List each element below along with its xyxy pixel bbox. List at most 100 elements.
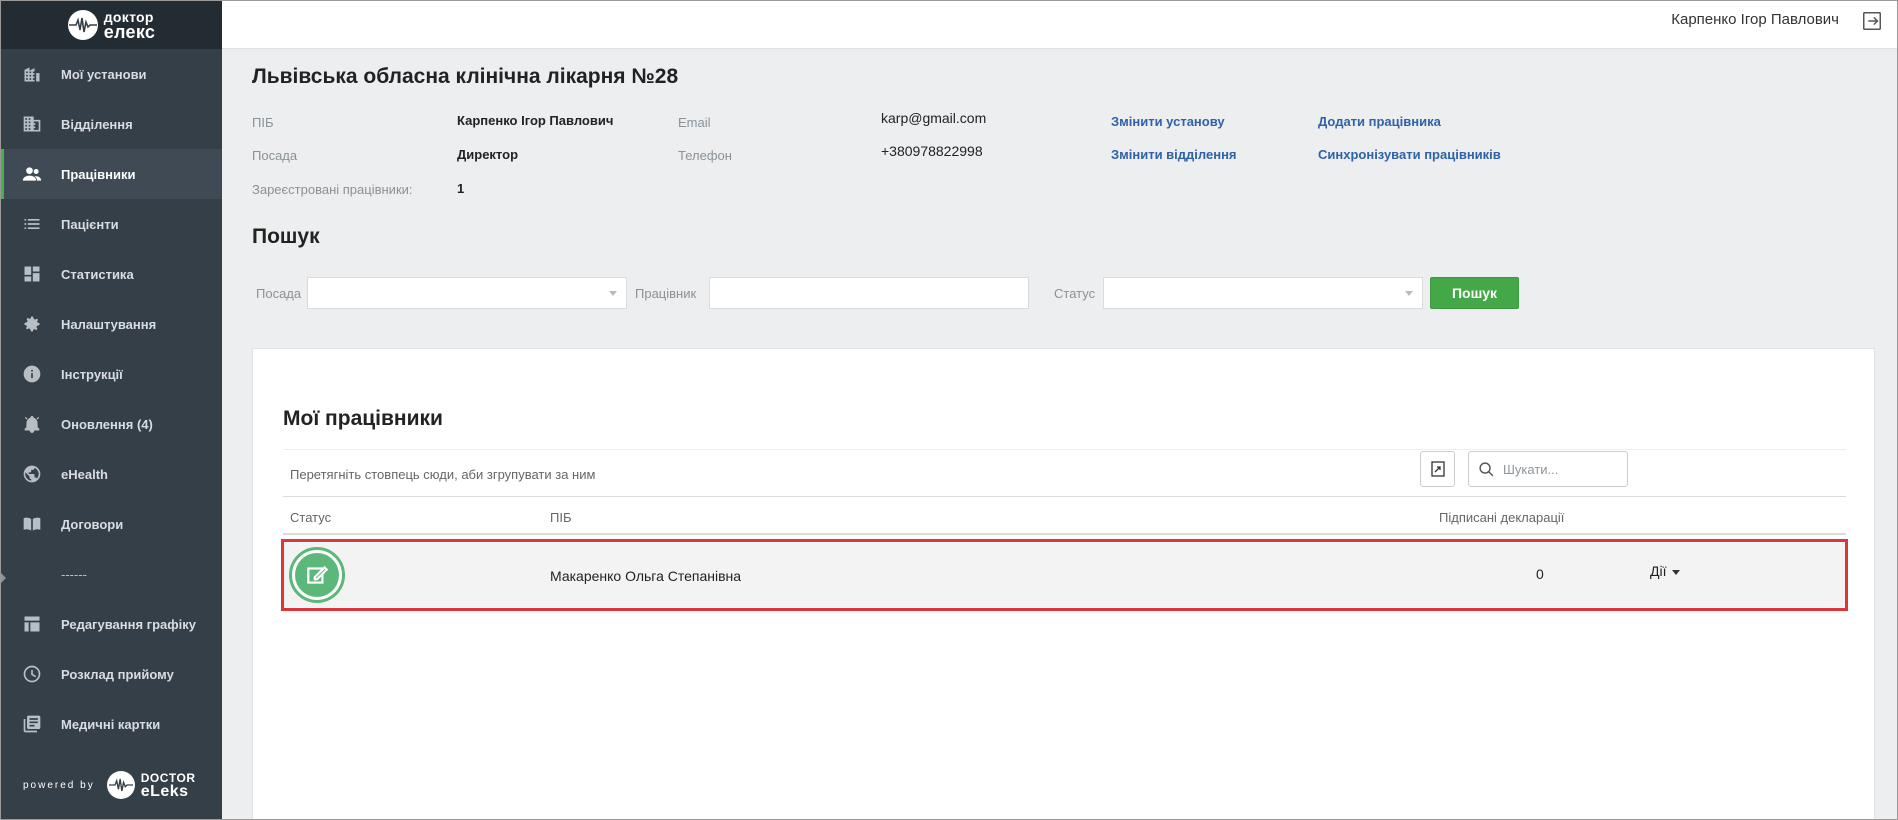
powered-by-text: powered by: [23, 779, 95, 791]
logo-line2: елекс: [103, 22, 156, 42]
export-icon: [1430, 461, 1445, 477]
phone-label: Телефон: [678, 148, 732, 163]
book-icon: [21, 513, 43, 535]
position-filter-label: Посада: [256, 286, 302, 301]
actions-dropdown[interactable]: Дії: [1650, 563, 1681, 579]
sidebar-item-label: Статистика: [61, 266, 134, 282]
grouping-panel[interactable]: Перетягніть стовпець сюди, аби згрупуват…: [283, 449, 1846, 497]
sidebar-item-appointments[interactable]: Розклад прийому: [1, 649, 222, 699]
table-icon: [21, 613, 43, 635]
phone-value: +380978822998: [881, 143, 983, 159]
sidebar-item-label: Налаштування: [61, 316, 157, 332]
search-icon: [1479, 462, 1494, 477]
top-bar: Карпенко Ігор Павлович: [222, 1, 1897, 49]
current-user-name[interactable]: Карпенко Ігор Павлович: [1671, 11, 1839, 28]
sidebar-item-instructions[interactable]: Інструкції: [1, 349, 222, 399]
search-button[interactable]: Пошук: [1430, 277, 1519, 309]
department-icon: [21, 113, 43, 135]
add-employee-link[interactable]: Додати працівника: [1318, 114, 1441, 129]
column-status[interactable]: Статус: [290, 510, 331, 525]
sidebar-item-label: eHealth: [61, 466, 108, 482]
email-value: karp@gmail.com: [881, 110, 987, 126]
sidebar-item-label: Працівники: [61, 166, 136, 182]
logout-icon[interactable]: [1861, 10, 1883, 32]
powered-logo-text: DOCTOR eLeks: [140, 770, 196, 800]
sidebar-item-label: Редагування графіку: [61, 616, 196, 632]
powered-logo-line2: eLeks: [140, 782, 189, 800]
clock-icon: [21, 663, 43, 685]
dashboard-icon: [21, 263, 43, 285]
logo-text: доктор елекс: [103, 10, 156, 42]
list-icon: [21, 213, 43, 235]
table-header: Статус ПІБ Підписані декларації: [283, 499, 1846, 535]
pib-value: Карпенко Ігор Павлович: [457, 113, 614, 128]
sidebar-item-label: Договори: [61, 516, 124, 532]
sidebar-item-contracts[interactable]: Договори: [1, 499, 222, 549]
employee-filter-label: Працівник: [635, 286, 697, 301]
employee-name: Макаренко Ольга Степанівна: [550, 568, 742, 584]
sidebar-item-institutions[interactable]: Мої установи: [1, 49, 222, 99]
employee-filter-input[interactable]: [709, 277, 1029, 309]
position-label: Посада: [252, 148, 298, 163]
sidebar-item-label: Відділення: [61, 116, 133, 132]
app-window: доктор елекс Мої установи Відділення Пра…: [0, 0, 1898, 820]
chevron-down-icon: [609, 291, 617, 296]
sidebar-collapse-handle[interactable]: [1, 573, 6, 583]
sidebar-item-label: Розклад прийому: [61, 666, 174, 682]
sidebar-item-label: Інструкції: [61, 366, 123, 382]
sidebar-item-updates[interactable]: Оновлення (4): [1, 399, 222, 449]
powered-by: powered by DOCTOR eLeks: [23, 771, 195, 799]
sidebar-nav: Мої установи Відділення Працівники Паціє…: [1, 49, 222, 749]
sidebar-item-departments[interactable]: Відділення: [1, 99, 222, 149]
sidebar-item-label: Медичні картки: [61, 716, 161, 732]
cards-icon: [21, 713, 43, 735]
sidebar-item-label: Пацієнти: [61, 216, 119, 232]
status-filter-select[interactable]: [1103, 277, 1423, 309]
sidebar-item-medical-cards[interactable]: Медичні картки: [1, 699, 222, 749]
position-value: Директор: [457, 147, 519, 162]
status-filter-label: Статус: [1054, 286, 1096, 301]
chevron-down-icon: [1405, 291, 1413, 296]
sidebar-separator: ------: [1, 549, 222, 599]
powered-logo-line1: DOCTOR: [140, 770, 196, 785]
building-icon: [21, 63, 43, 85]
sidebar-item-patients[interactable]: Пацієнти: [1, 199, 222, 249]
employees-card: Мої працівники Перетягніть стовпець сюди…: [252, 348, 1875, 819]
registered-employees-value: 1: [457, 181, 465, 196]
export-button[interactable]: [1420, 451, 1455, 487]
change-institution-link[interactable]: Змінити установу: [1111, 114, 1225, 129]
globe-icon: [21, 463, 43, 485]
signed-declarations-count: 0: [1536, 566, 1544, 582]
position-filter-select[interactable]: [307, 277, 627, 309]
sync-employees-link[interactable]: Синхронізувати працівників: [1318, 147, 1501, 162]
info-icon: [21, 363, 43, 385]
column-declarations[interactable]: Підписані декларації: [1439, 510, 1564, 525]
grid-search-placeholder: Шукати...: [1503, 462, 1559, 477]
sidebar-item-label: Оновлення (4): [61, 416, 153, 432]
table-row[interactable]: Макаренко Ольга Степанівна 0 Дії: [283, 543, 1846, 607]
employees-title: Мої працівники: [283, 407, 443, 430]
main-content: Львівська обласна клінічна лікарня №28 П…: [222, 49, 1897, 819]
logo-pulse-icon: [67, 10, 98, 40]
email-label: Email: [678, 115, 711, 130]
column-name[interactable]: ПІБ: [550, 510, 572, 525]
sidebar-item-statistics[interactable]: Статистика: [1, 249, 222, 299]
registered-employees-label: Зареєстровані працівники:: [252, 182, 413, 197]
institution-title: Львівська обласна клінічна лікарня №28: [252, 65, 679, 88]
sidebar-separator-label: ------: [61, 566, 87, 582]
app-logo[interactable]: доктор елекс: [1, 1, 222, 49]
status-edit-icon[interactable]: [289, 547, 345, 603]
grid-search-input[interactable]: Шукати...: [1468, 451, 1628, 487]
group-hint: Перетягніть стовпець сюди, аби згрупуват…: [290, 467, 596, 482]
change-department-link[interactable]: Змінити відділення: [1111, 147, 1237, 162]
sidebar-item-settings[interactable]: Налаштування: [1, 299, 222, 349]
search-title: Пошук: [252, 225, 320, 248]
sidebar: доктор елекс Мої установи Відділення Пра…: [1, 1, 222, 819]
powered-logo-icon: [106, 771, 135, 799]
pib-label: ПІБ: [252, 115, 274, 130]
sidebar-item-employees[interactable]: Працівники: [1, 149, 222, 199]
sidebar-item-label: Мої установи: [61, 66, 147, 82]
caret-down-icon: [1672, 569, 1681, 575]
sidebar-item-schedule-edit[interactable]: Редагування графіку: [1, 599, 222, 649]
sidebar-item-ehealth[interactable]: eHealth: [1, 449, 222, 499]
